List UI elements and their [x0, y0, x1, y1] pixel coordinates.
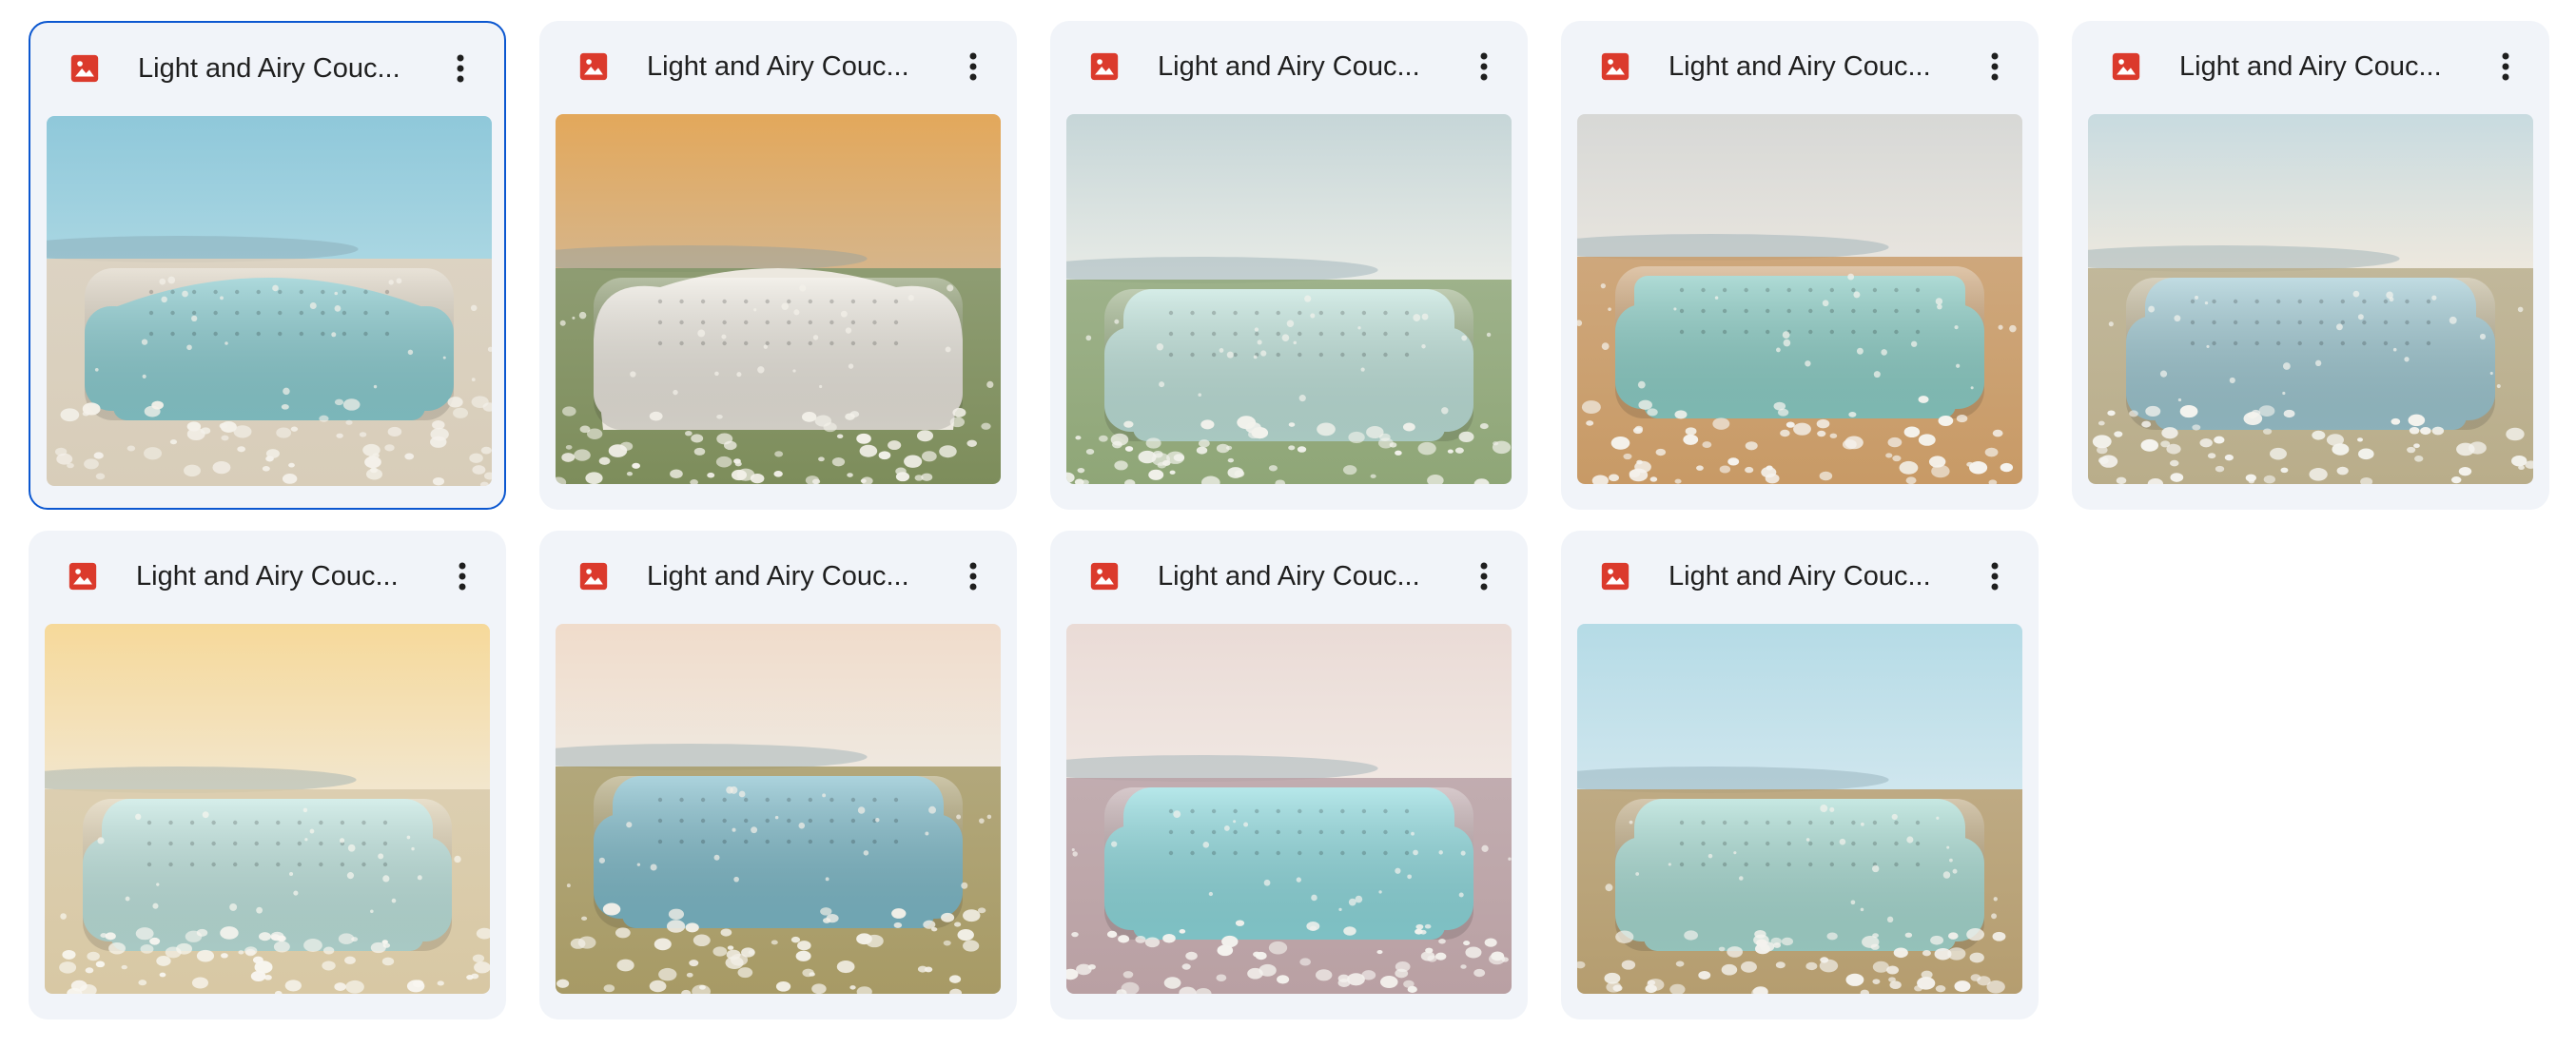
image-file-icon	[1088, 560, 1121, 592]
file-card-header: Light and Airy Couc...	[1050, 531, 1528, 622]
file-thumbnail[interactable]	[1577, 114, 2022, 484]
file-card[interactable]: Light and Airy Couc...	[539, 531, 1017, 1019]
file-card-header: Light and Airy Couc...	[1050, 21, 1528, 112]
file-thumbnail[interactable]	[1066, 114, 1512, 484]
file-card[interactable]: Light and Airy Couc...	[539, 21, 1017, 510]
image-file-icon	[2110, 50, 2142, 83]
file-card[interactable]: Light and Airy Couc...	[29, 531, 506, 1019]
file-grid: Light and Airy Couc... Light and Airy Co…	[29, 21, 2549, 1019]
file-thumbnail[interactable]	[556, 624, 1001, 994]
file-card-header: Light and Airy Couc...	[30, 23, 504, 114]
file-card-header: Light and Airy Couc...	[1561, 531, 2039, 622]
more-actions-icon[interactable]	[950, 44, 996, 89]
file-card[interactable]: Light and Airy Couc...	[2072, 21, 2549, 510]
more-actions-icon[interactable]	[1461, 553, 1507, 599]
file-card-header: Light and Airy Couc...	[539, 21, 1017, 112]
file-thumbnail[interactable]	[47, 116, 492, 486]
file-title: Light and Airy Couc...	[138, 53, 400, 84]
file-thumbnail[interactable]	[1066, 624, 1512, 994]
image-file-icon	[1599, 50, 1631, 83]
file-title: Light and Airy Couc...	[1669, 51, 1931, 82]
file-thumbnail[interactable]	[1577, 624, 2022, 994]
image-file-icon	[577, 50, 610, 83]
image-file-icon	[68, 52, 101, 85]
image-file-icon	[67, 560, 99, 592]
file-title: Light and Airy Couc...	[136, 561, 399, 592]
file-card[interactable]: Light and Airy Couc...	[29, 21, 506, 510]
file-card[interactable]: Light and Airy Couc...	[1050, 531, 1528, 1019]
file-card-header: Light and Airy Couc...	[2072, 21, 2549, 112]
file-card-header: Light and Airy Couc...	[539, 531, 1017, 622]
more-actions-icon[interactable]	[1461, 44, 1507, 89]
image-file-icon	[1088, 50, 1121, 83]
file-card[interactable]: Light and Airy Couc...	[1050, 21, 1528, 510]
file-title: Light and Airy Couc...	[647, 51, 909, 82]
more-actions-icon[interactable]	[950, 553, 996, 599]
file-title: Light and Airy Couc...	[1158, 51, 1420, 82]
more-actions-icon[interactable]	[2483, 44, 2528, 89]
file-card-header: Light and Airy Couc...	[1561, 21, 2039, 112]
more-actions-icon[interactable]	[439, 553, 485, 599]
file-title: Light and Airy Couc...	[1669, 561, 1931, 592]
file-title: Light and Airy Couc...	[2179, 51, 2442, 82]
file-card[interactable]: Light and Airy Couc...	[1561, 21, 2039, 510]
file-card-header: Light and Airy Couc...	[29, 531, 506, 622]
image-file-icon	[1599, 560, 1631, 592]
more-actions-icon[interactable]	[1972, 553, 2018, 599]
file-thumbnail[interactable]	[556, 114, 1001, 484]
image-file-icon	[577, 560, 610, 592]
more-actions-icon[interactable]	[1972, 44, 2018, 89]
file-thumbnail[interactable]	[45, 624, 490, 994]
file-thumbnail[interactable]	[2088, 114, 2533, 484]
more-actions-icon[interactable]	[438, 46, 483, 91]
file-title: Light and Airy Couc...	[1158, 561, 1420, 592]
file-card[interactable]: Light and Airy Couc...	[1561, 531, 2039, 1019]
file-title: Light and Airy Couc...	[647, 561, 909, 592]
